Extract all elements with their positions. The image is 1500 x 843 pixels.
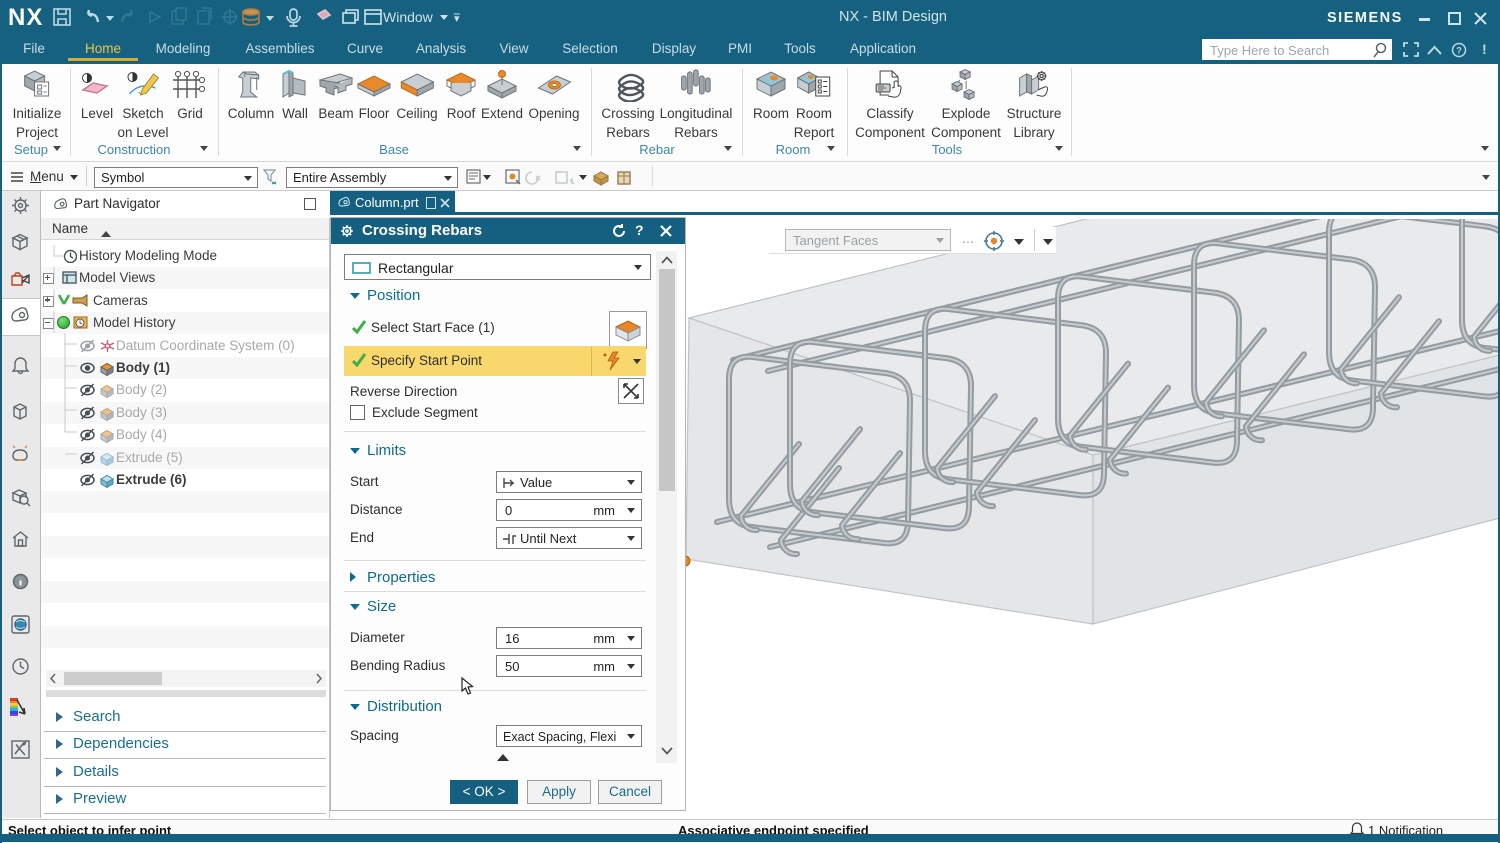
svg-text:?: ? [1456, 46, 1462, 56]
